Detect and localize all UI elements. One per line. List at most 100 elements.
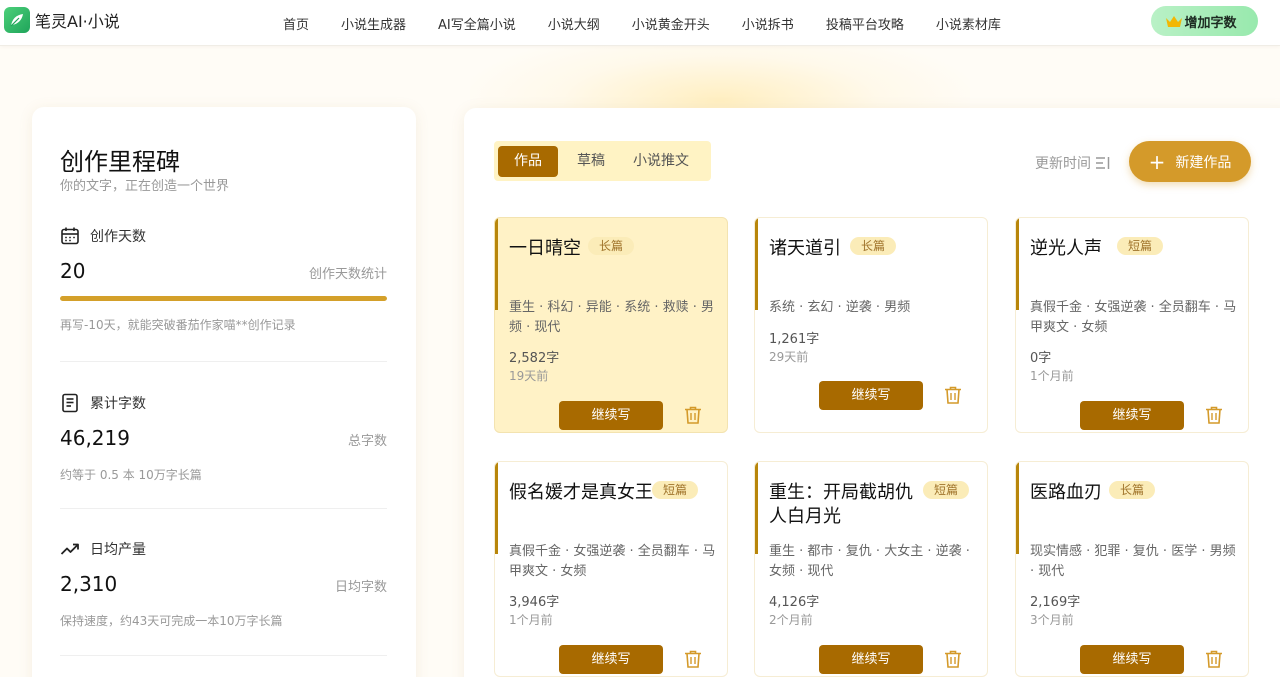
sort-icon — [1096, 157, 1110, 169]
nav-link-material-library[interactable]: 小说素材库 — [936, 14, 1001, 33]
nav-link-book-breakdown[interactable]: 小说拆书 — [742, 14, 794, 33]
stat-note: 保持速度，约43天可完成一本10万字长篇 — [60, 614, 283, 628]
brand-logo[interactable]: 笔灵AI·小说 — [4, 7, 120, 33]
nav-link-submission-guide[interactable]: 投稿平台攻略 — [826, 14, 904, 33]
work-word-count: 2,582字 — [509, 351, 560, 366]
work-card[interactable]: 重生：开局截胡仇人白月光 短篇重生 · 都市 · 复仇 · 大女主 · 逆袭 · … — [754, 461, 988, 677]
work-updated-time: 1个月前 — [1030, 369, 1074, 383]
stat-aside: 创作天数统计 — [308, 267, 387, 282]
divider — [60, 655, 387, 656]
continue-writing-button[interactable]: 继续写 — [559, 645, 663, 674]
tab-novel-promo[interactable]: 小说推文 — [620, 146, 702, 177]
leaf-logo-icon — [4, 7, 30, 33]
work-updated-time: 19天前 — [509, 369, 549, 383]
continue-writing-button[interactable]: 继续写 — [819, 381, 923, 410]
work-word-count: 0字 — [1030, 351, 1052, 366]
document-icon — [62, 393, 78, 413]
work-length-badge: 长篇 — [1109, 481, 1156, 499]
card-accent-bar — [1016, 462, 1019, 554]
work-updated-time: 2个月前 — [769, 613, 813, 627]
new-work-label: 新建作品 — [1175, 154, 1232, 171]
stat-note: 再写-10天，就能突破番茄作家喵**创作记录 — [60, 318, 296, 332]
stat-value: 46,219 — [60, 426, 130, 450]
stat-total-words: 累计字数 46,219 总字数 约等于 0.5 本 10万字长篇 — [60, 392, 387, 483]
continue-writing-button[interactable]: 继续写 — [1080, 645, 1184, 674]
trash-icon[interactable] — [683, 405, 703, 429]
work-card[interactable]: 一日晴空 长篇 重生 · 科幻 · 异能 · 系统 · 救赎 · 男频 · 现代 2,… — [494, 217, 728, 433]
work-card[interactable]: 逆光人声 短篇 真假千金 · 女强逆袭 · 全员翻车 · 马甲爽文 · 女频 0字 1个… — [1015, 217, 1249, 433]
sort-by-update-time[interactable]: 更新时间 — [1035, 153, 1111, 173]
stat-creation-days: 创作天数 20 创作天数统计 再写-10天，就能突破番茄作家喵**创作记录 — [60, 225, 387, 333]
card-accent-bar — [755, 218, 758, 310]
milestone-panel: 创作里程碑 你的文字，正在创造一个世界 创作天数 20 创作天数统计 再写-10… — [32, 107, 416, 677]
milestone-title: 创作里程碑 — [60, 148, 180, 176]
work-card[interactable]: 诸天道引 长篇 系统 · 玄幻 · 逆袭 · 男频 1,261字 29天前 继续写 — [754, 217, 988, 433]
add-words-button[interactable]: 增加字数 — [1151, 6, 1258, 36]
stat-value: 20 — [60, 259, 86, 283]
stat-label: 创作天数 — [90, 229, 146, 245]
card-accent-bar — [495, 462, 498, 554]
work-tags: 真假千金 · 女强逆袭 · 全员翻车 · 马甲爽文 · 女频 — [509, 544, 716, 579]
nav-link-full-novel[interactable]: AI写全篇小说 — [438, 14, 516, 33]
continue-writing-button[interactable]: 继续写 — [819, 645, 923, 674]
trash-icon[interactable] — [1204, 649, 1224, 673]
trash-icon[interactable] — [943, 649, 963, 673]
plus-icon: + — [1148, 149, 1166, 174]
trash-icon[interactable] — [943, 385, 963, 409]
work-word-count: 2,169字 — [1030, 595, 1081, 610]
card-accent-bar — [1016, 218, 1019, 310]
trash-icon[interactable] — [683, 649, 703, 673]
card-accent-bar — [755, 462, 758, 554]
crown-icon — [1166, 16, 1182, 27]
tab-drafts[interactable]: 草稿 — [564, 146, 618, 177]
work-card[interactable]: 医路血刃 长篇 现实情感 · 犯罪 · 复仇 · 医学 · 男频 · 现代 2,169… — [1015, 461, 1249, 677]
add-words-label: 增加字数 — [1184, 15, 1237, 31]
brand-name: 笔灵AI·小说 — [35, 12, 120, 31]
work-updated-time: 3个月前 — [1030, 613, 1074, 627]
stat-label: 累计字数 — [90, 396, 146, 412]
nav-link-golden-opening[interactable]: 小说黄金开头 — [632, 14, 710, 33]
milestone-subtitle: 你的文字，正在创造一个世界 — [60, 179, 230, 194]
sort-label: 更新时间 — [1035, 156, 1091, 172]
tab-works[interactable]: 作品 — [498, 145, 558, 177]
work-length-badge: 长篇 — [588, 237, 635, 255]
stat-value: 2,310 — [60, 572, 118, 596]
new-work-button[interactable]: + 新建作品 — [1129, 141, 1251, 182]
trash-icon[interactable] — [1204, 405, 1224, 429]
divider — [60, 361, 387, 362]
work-length-badge: 短篇 — [652, 481, 699, 499]
progress-fill — [60, 296, 387, 301]
work-word-count: 4,126字 — [769, 595, 820, 610]
nav-link-home[interactable]: 首页 — [283, 14, 309, 33]
continue-writing-button[interactable]: 继续写 — [1080, 401, 1184, 430]
nav-link-generator[interactable]: 小说生成器 — [341, 14, 406, 33]
card-accent-bar — [495, 218, 498, 310]
work-tags: 系统 · 玄幻 · 逆袭 · 男频 — [769, 300, 911, 315]
work-word-count: 3,946字 — [509, 595, 560, 610]
divider — [60, 508, 387, 509]
stat-note: 约等于 0.5 本 10万字长篇 — [60, 468, 202, 482]
calendar-icon — [61, 227, 79, 245]
stat-label: 日均产量 — [90, 542, 146, 558]
creation-days-progress — [60, 296, 387, 301]
work-word-count: 1,261字 — [769, 332, 820, 347]
stat-aside: 总字数 — [347, 434, 387, 449]
work-tags: 现实情感 · 犯罪 · 复仇 · 医学 · 男频 · 现代 — [1030, 544, 1236, 579]
work-tags: 重生 · 都市 · 复仇 · 大女主 · 逆袭 · 女频 · 现代 — [769, 544, 970, 579]
work-card[interactable]: 假名媛才是真女王 短篇 真假千金 · 女强逆袭 · 全员翻车 · 马甲爽文 · 女频… — [494, 461, 728, 677]
trending-up-icon — [60, 543, 79, 555]
stat-daily-average: 日均产量 2,310 日均字数 保持速度，约43天可完成一本10万字长篇 — [60, 538, 387, 629]
work-tags: 真假千金 · 女强逆袭 · 全员翻车 · 马甲爽文 · 女频 — [1030, 300, 1237, 335]
work-length-badge: 短篇 — [1117, 237, 1164, 255]
work-updated-time: 29天前 — [769, 350, 809, 364]
works-panel: 作品 草稿 小说推文 更新时间 + 新建作品 一日晴空 长篇 重生 · 科幻 · 异… — [464, 108, 1280, 677]
continue-writing-button[interactable]: 继续写 — [559, 401, 663, 430]
work-tags: 重生 · 科幻 · 异能 · 系统 · 救赎 · 男频 · 现代 — [509, 300, 714, 335]
work-updated-time: 1个月前 — [509, 613, 553, 627]
works-tabs: 作品 草稿 小说推文 — [494, 141, 711, 181]
work-length-badge: 长篇 — [850, 237, 897, 255]
nav-links: 首页 小说生成器 AI写全篇小说 小说大纲 小说黄金开头 小说拆书 投稿平台攻略… — [283, 0, 1033, 46]
work-title: 重生：开局截胡仇人白月光 — [769, 482, 913, 527]
work-length-badge: 短篇 — [923, 481, 970, 499]
nav-link-outline[interactable]: 小说大纲 — [548, 14, 600, 33]
